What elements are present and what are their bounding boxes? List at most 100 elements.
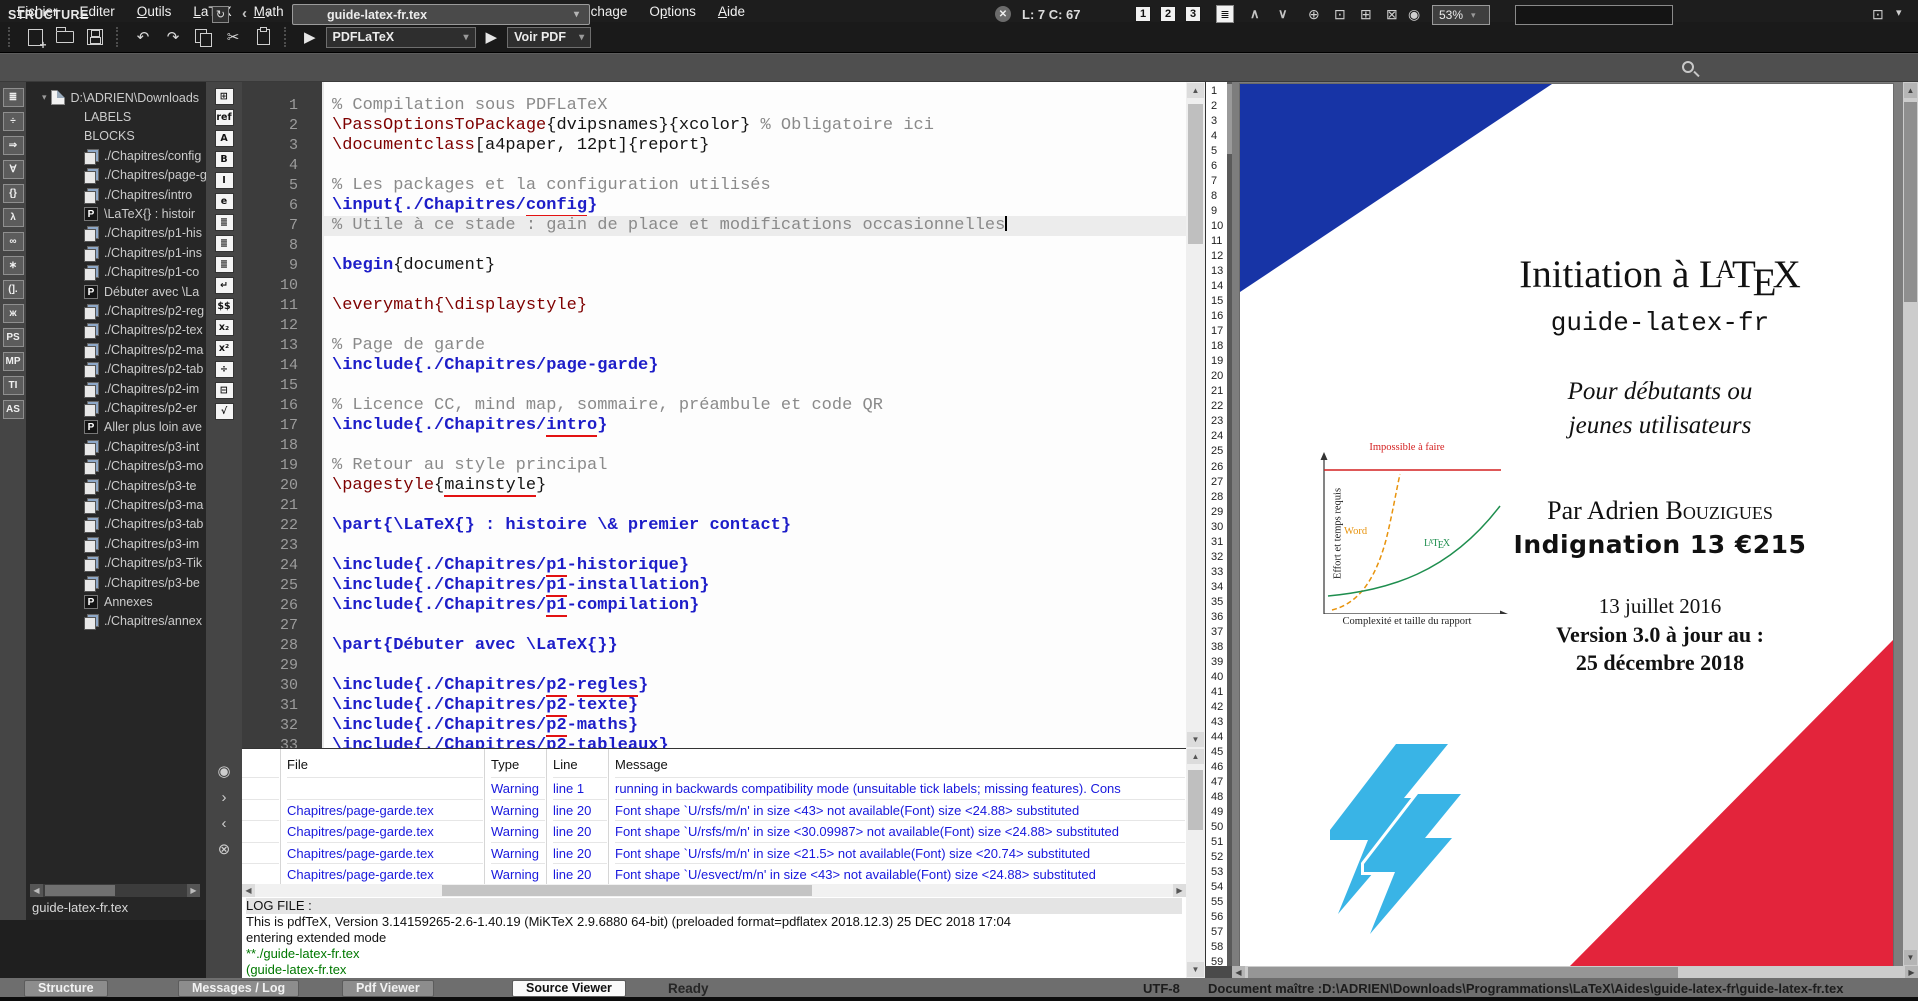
- scroll-down-icon[interactable]: ▼: [1904, 950, 1917, 965]
- edit-icon-12[interactable]: x²: [215, 340, 234, 357]
- symbol-tab-0[interactable]: ≣: [3, 88, 24, 107]
- tree-item-chapitres-annex[interactable]: ./Chapitres/annex: [84, 612, 202, 631]
- message-cell[interactable]: Font shape `U/rsfs/m/n' in size <30.0998…: [615, 820, 1185, 842]
- scrollbar-thumb[interactable]: [1248, 967, 1678, 978]
- message-cell[interactable]: Chapitres/page-garde.tex: [287, 863, 483, 884]
- run-view-button[interactable]: ▶: [480, 28, 504, 46]
- tree-item-chapitres-p3-te[interactable]: ./Chapitres/p3-te: [84, 476, 196, 495]
- back-arrow-icon[interactable]: ‹: [242, 5, 247, 22]
- tree-item-chapitres-p3-tab[interactable]: ./Chapitres/p3-tab: [84, 515, 203, 534]
- tree-item-labels[interactable]: LABELS: [84, 107, 131, 126]
- message-cell[interactable]: Font shape `U/rsfs/m/n' in size <21.5> n…: [615, 842, 1185, 864]
- tree-item-chapitres-p2-im[interactable]: ./Chapitres/p2-im: [84, 379, 199, 398]
- cut-button[interactable]: ✂: [220, 25, 246, 49]
- window-restore-icon[interactable]: ⊡: [1872, 6, 1884, 23]
- fit-page-icon[interactable]: ⊡: [1334, 6, 1346, 23]
- edit-icon-8[interactable]: ≣: [215, 256, 234, 273]
- open-file-button[interactable]: [52, 25, 78, 49]
- scrollbar-thumb[interactable]: [45, 885, 115, 896]
- tree-item-chapitres-p3-be[interactable]: ./Chapitres/p3-be: [84, 573, 200, 592]
- next-message-icon[interactable]: ›: [222, 786, 227, 808]
- scroll-left-icon[interactable]: ◀: [30, 884, 43, 897]
- structure-scrollbar-horizontal[interactable]: ◀ ▶: [30, 884, 200, 897]
- tree-item-chapitres-p2-er[interactable]: ./Chapitres/p2-er: [84, 398, 197, 417]
- symbol-tab-11[interactable]: MP: [3, 352, 24, 371]
- tree-collapse-icon[interactable]: ▾: [42, 92, 47, 103]
- messages-scrollbar-horizontal[interactable]: ◀ ▶: [242, 884, 1186, 897]
- message-cell[interactable]: [287, 777, 483, 799]
- new-file-button[interactable]: [22, 25, 48, 49]
- message-cell[interactable]: Font shape `U/rsfs/m/n' in size <43> not…: [615, 799, 1185, 821]
- symbol-tab-12[interactable]: TI: [3, 376, 24, 395]
- edit-icon-10[interactable]: $$: [215, 298, 234, 315]
- edit-icon-14[interactable]: ⊟: [215, 382, 234, 399]
- messages-scrollbar-vertical[interactable]: ▲ ▼: [1186, 748, 1205, 978]
- message-cell[interactable]: Warning: [491, 799, 545, 821]
- undo-button[interactable]: ↶: [130, 25, 156, 49]
- message-cell[interactable]: line 20: [553, 799, 607, 821]
- tree-item-chapitres-page-g[interactable]: ./Chapitres/page-g: [84, 166, 206, 185]
- external-viewer-icon[interactable]: ⊠: [1386, 6, 1398, 23]
- scrollbar-thumb[interactable]: [442, 885, 812, 896]
- tree-item-chapitres-p1-co[interactable]: ./Chapitres/p1-co: [84, 263, 199, 282]
- statusbar-tab-structure[interactable]: Structure: [24, 980, 108, 997]
- compiler-select[interactable]: PDFLaTeX ▾: [326, 27, 476, 48]
- message-cell[interactable]: [242, 842, 279, 864]
- edit-icon-9[interactable]: ↵: [215, 277, 234, 294]
- tree-item-chapitres-p2-ma[interactable]: ./Chapitres/p2-ma: [84, 340, 203, 359]
- menu-item-options[interactable]: Options: [638, 2, 707, 21]
- edit-icon-11[interactable]: x₂: [215, 319, 234, 336]
- tree-item-blocks[interactable]: BLOCKS: [84, 127, 135, 146]
- statusbar-tab-messages-log[interactable]: Messages / Log: [178, 980, 299, 997]
- stop-icon[interactable]: ✕: [995, 6, 1011, 22]
- message-cell[interactable]: line 1: [553, 777, 607, 799]
- statusbar-tab-pdf-viewer[interactable]: Pdf Viewer: [342, 980, 434, 997]
- run-compile-button[interactable]: ▶: [298, 28, 322, 46]
- edit-icon-13[interactable]: ÷: [215, 361, 234, 378]
- edit-icon-0[interactable]: ⊞: [215, 88, 234, 105]
- symbol-tab-5[interactable]: λ: [3, 208, 24, 227]
- message-cell[interactable]: line 20: [553, 842, 607, 864]
- zoom-in-icon[interactable]: ⊕: [1308, 6, 1320, 23]
- open-file-dropdown[interactable]: guide-latex-fr.tex ▾: [292, 4, 590, 25]
- symbol-tab-4[interactable]: {}: [3, 184, 24, 203]
- message-cell[interactable]: Warning: [491, 777, 545, 799]
- tree-item-chapitres-p3-im[interactable]: ./Chapitres/p3-im: [84, 534, 199, 553]
- edit-icon-1[interactable]: ref: [215, 109, 234, 126]
- pdf-viewer[interactable]: Initiation à LATEX guide-latex-fr Pour d…: [1232, 82, 1903, 966]
- search-icon[interactable]: [1682, 61, 1694, 73]
- symbol-tab-3[interactable]: ∀: [3, 160, 24, 179]
- tree-item-d-buter-avec-la[interactable]: PDébuter avec \La: [84, 282, 199, 301]
- edit-icon-6[interactable]: ≣: [215, 214, 234, 231]
- pdf-scrollbar-vertical[interactable]: ▲ ▼: [1903, 82, 1918, 966]
- editor-scrollbar-vertical[interactable]: ▲ ▼: [1186, 82, 1205, 748]
- symbol-tab-13[interactable]: AS: [3, 400, 24, 419]
- toggle-log-icon[interactable]: ◉: [217, 760, 230, 782]
- user-tag-button-3[interactable]: 3: [1185, 6, 1201, 22]
- view-select[interactable]: Voir PDF ▾: [507, 27, 591, 48]
- scroll-left-icon[interactable]: ◀: [242, 884, 255, 897]
- message-cell[interactable]: [242, 777, 279, 799]
- symbol-tab-8[interactable]: (].: [3, 280, 24, 299]
- tree-item-chapitres-p3-mo[interactable]: ./Chapitres/p3-mo: [84, 457, 203, 476]
- message-cell[interactable]: Font shape `U/esvect/m/n' in size <43> n…: [615, 863, 1185, 884]
- symbol-tab-6[interactable]: ∞: [3, 232, 24, 251]
- tree-item-chapitres-p1-ins[interactable]: ./Chapitres/p1-ins: [84, 243, 202, 262]
- message-cell[interactable]: Warning: [491, 842, 545, 864]
- zoom-select[interactable]: 53% ▾: [1432, 5, 1490, 25]
- scroll-right-icon[interactable]: ▶: [187, 884, 200, 897]
- scroll-up-icon[interactable]: ▲: [1187, 83, 1204, 98]
- panel-menu-icon[interactable]: ▾: [1896, 6, 1902, 19]
- tree-item-chapitres-p3-int[interactable]: ./Chapitres/p3-int: [84, 437, 199, 456]
- tree-item-annexes[interactable]: PAnnexes: [84, 592, 153, 611]
- message-cell[interactable]: Warning: [491, 820, 545, 842]
- scrollbar-thumb[interactable]: [1904, 102, 1917, 302]
- message-cell[interactable]: Warning: [491, 863, 545, 884]
- edit-icon-2[interactable]: A: [215, 130, 234, 147]
- fit-width-icon[interactable]: ⊞: [1360, 6, 1372, 23]
- message-cell[interactable]: Chapitres/page-garde.tex: [287, 799, 483, 821]
- chevron-up-icon[interactable]: ∧: [1250, 6, 1260, 22]
- scrollbar-thumb[interactable]: [1188, 104, 1203, 244]
- scroll-right-icon[interactable]: ▶: [1173, 884, 1186, 897]
- tree-item-chapitres-p3-ma[interactable]: ./Chapitres/p3-ma: [84, 495, 203, 514]
